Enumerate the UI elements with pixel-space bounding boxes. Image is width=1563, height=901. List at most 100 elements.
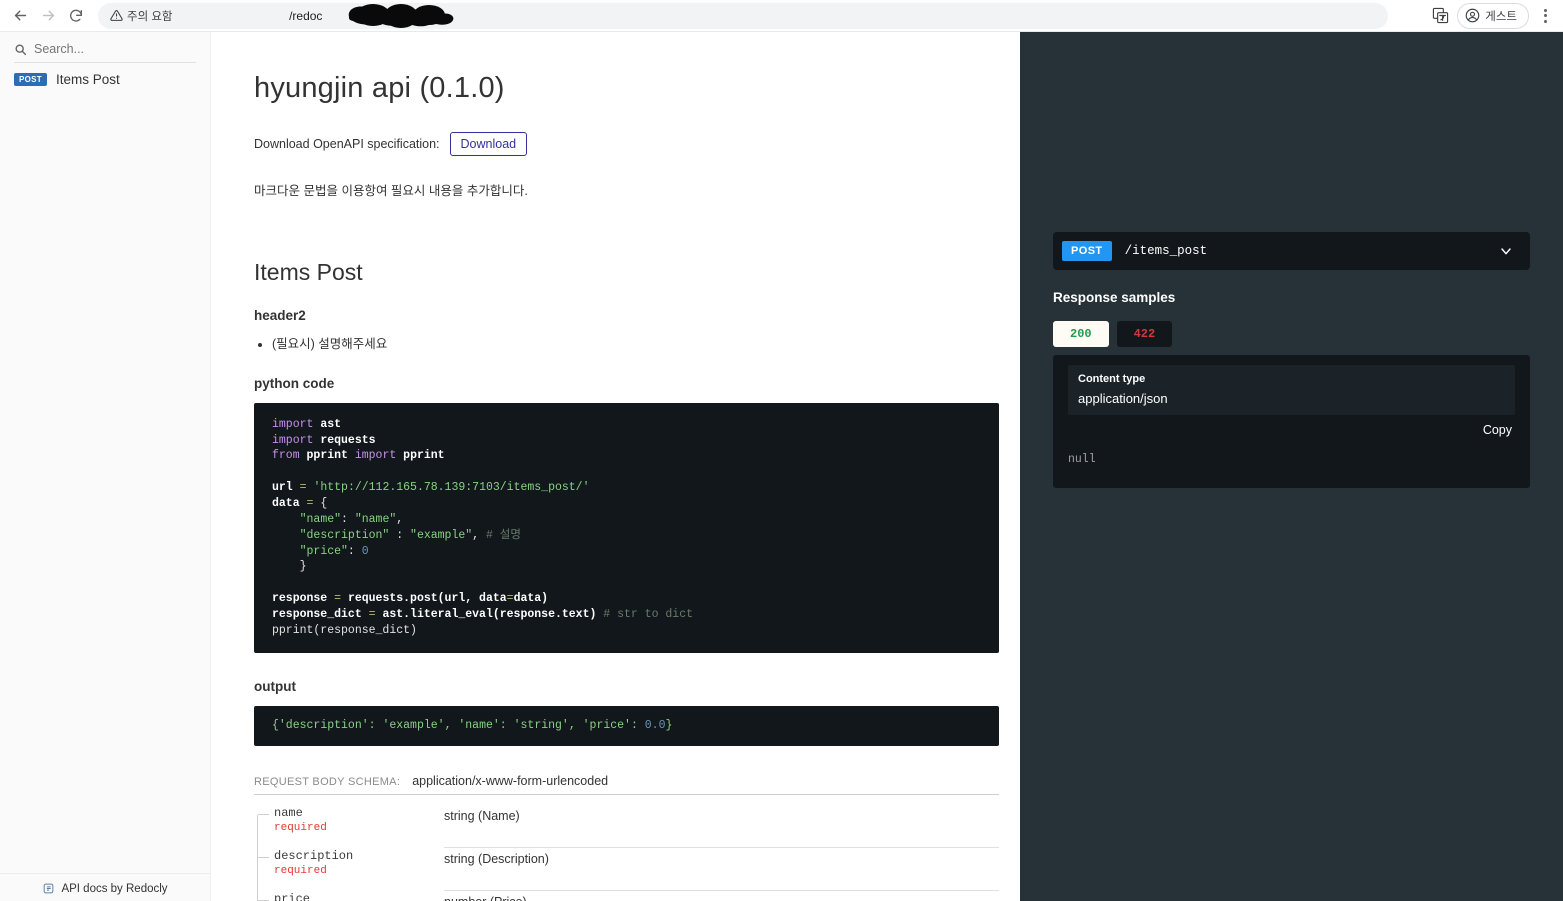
- code-token-key-price: "price": [299, 544, 348, 558]
- page-title: hyungjin api (0.1.0): [254, 72, 505, 104]
- download-button[interactable]: Download: [449, 132, 528, 156]
- response-sample-box: Content type application/json Copy null: [1053, 355, 1530, 488]
- code-token-url-value: 'http://112.165.78.139:7103/items_post/': [313, 481, 590, 495]
- schema-field-cell: price required: [258, 891, 444, 901]
- code-token-val-name: "name": [354, 512, 397, 526]
- api-description: 마크다운 문법을 이용항여 필요시 내용을 추가합니다.: [254, 184, 528, 198]
- schema-tree-tick: [258, 856, 269, 858]
- table-row: name required string (Name): [258, 805, 999, 848]
- documentation-content: hyungjin api (0.1.0) Download OpenAPI sp…: [211, 32, 1020, 901]
- output-key-description: 'description': [278, 718, 369, 732]
- code-token-data-arg: data): [513, 592, 549, 606]
- tab-response-422[interactable]: 422: [1116, 321, 1173, 347]
- code-token-from: from: [272, 449, 300, 463]
- code-token-import-2: import: [272, 433, 314, 447]
- kebab-dot-3: [1543, 19, 1547, 23]
- address-bar[interactable]: 주의 요함 112.165.78.139:7103/redoc: [98, 2, 1388, 29]
- kebab-dot-2: [1543, 14, 1547, 17]
- code-token-pprint-call: pprint(response_dict): [272, 623, 417, 637]
- code-comment-str-to-dict: # str to dict: [603, 608, 693, 622]
- code-token-import-1: import: [272, 417, 314, 431]
- back-button[interactable]: [6, 2, 34, 30]
- reload-icon: [70, 9, 82, 22]
- request-body-schema-label: REQUEST BODY SCHEMA:: [254, 775, 401, 788]
- output-val-price: 0.0: [644, 718, 666, 732]
- schema-field-cell: name required: [258, 805, 444, 848]
- request-body-schema-header: REQUEST BODY SCHEMA: application/x-www-f…: [254, 774, 999, 795]
- chrome-menu-button[interactable]: [1533, 3, 1557, 29]
- code-token-response-dict-var: response_dict: [272, 608, 362, 622]
- sidebar: POST Items Post API docs by Redocly: [0, 32, 211, 901]
- section-title-items-post: Items Post: [254, 259, 363, 285]
- download-spec-label: Download OpenAPI specification:: [254, 137, 440, 151]
- response-samples-title: Response samples: [1053, 290, 1176, 305]
- arrow-right-icon: [42, 10, 54, 21]
- security-warning-label: 주의 요함: [127, 10, 173, 23]
- search-box[interactable]: [14, 42, 196, 63]
- kebab-dot-1: [1543, 8, 1547, 12]
- endpoint-expand-button[interactable]: [1498, 243, 1514, 259]
- url-text: 112.165.78.139:7103/redoc: [177, 3, 453, 28]
- code-token-val-description: "example": [410, 528, 473, 542]
- sidebar-item-items-post[interactable]: POST Items Post: [0, 63, 210, 96]
- forward-button[interactable]: [34, 2, 62, 30]
- code-comment-description: # 설명: [485, 528, 521, 542]
- sidebar-item-label: Items Post: [55, 72, 120, 87]
- python-code-block: import ast import requests from pprint i…: [254, 402, 999, 653]
- python-code-heading: python code: [254, 375, 335, 391]
- schema-field-name: name: [274, 805, 303, 820]
- copy-button[interactable]: Copy: [1483, 423, 1512, 437]
- schema-field-required: required: [274, 864, 327, 877]
- schema-field-type: string (Name): [444, 805, 999, 848]
- response-body: null: [1068, 453, 1096, 466]
- output-val-example: 'example': [382, 718, 445, 732]
- translate-icon: [1432, 7, 1448, 24]
- list-item: (필요시) 설명해주세요: [272, 335, 1020, 354]
- endpoint-path: /items_post: [1124, 244, 1208, 258]
- toolbar-right-actions: 게스트: [1427, 2, 1563, 29]
- schema-field-type: number (Price): [444, 891, 999, 901]
- code-token-pprint-fn: pprint: [403, 449, 445, 463]
- schema-field-required: required: [274, 821, 327, 834]
- schema-field-name: description: [274, 848, 354, 863]
- tab-response-200[interactable]: 200: [1053, 321, 1109, 347]
- output-brace-open: {: [272, 718, 279, 732]
- search-input[interactable]: [34, 42, 196, 56]
- security-warning[interactable]: 주의 요함: [110, 8, 173, 24]
- code-token-pprint-module: pprint: [306, 449, 348, 463]
- schema-field-name: price: [274, 891, 311, 901]
- schema-tree-tick: [258, 899, 269, 901]
- table-row: price required number (Price): [258, 891, 999, 901]
- url-redaction-scribble: [348, 3, 453, 28]
- header2-heading: header2: [254, 308, 306, 323]
- endpoint-method-badge: POST: [1062, 241, 1112, 261]
- code-token-import-3: import: [354, 449, 397, 463]
- content-type-selector[interactable]: Content type application/json: [1068, 365, 1515, 415]
- chevron-down-icon: [1501, 248, 1511, 255]
- description-bullet-list: (필요시) 설명해주세요: [254, 335, 1020, 354]
- code-token-key-name: "name": [299, 512, 342, 526]
- schema-tree-tick: [258, 813, 269, 815]
- response-code-tabs: 200 422: [1053, 321, 1530, 347]
- navigation-buttons: [0, 2, 90, 30]
- sidebar-item-method-badge: POST: [14, 73, 47, 86]
- guest-profile-button[interactable]: 게스트: [1457, 2, 1529, 29]
- output-code-block: {'description': 'example', 'name': 'stri…: [254, 705, 999, 746]
- code-token-ast: ast: [320, 417, 342, 431]
- sidebar-footer-label: API docs by Redocly: [61, 882, 168, 895]
- browser-toolbar: 주의 요함 112.165.78.139:7103/redoc: [0, 0, 1563, 32]
- output-heading: output: [254, 678, 296, 694]
- search-icon: [15, 43, 27, 55]
- output-key-price: 'price': [582, 718, 631, 732]
- sidebar-footer[interactable]: API docs by Redocly: [0, 873, 210, 901]
- translate-button[interactable]: [1427, 3, 1453, 29]
- reload-button[interactable]: [62, 2, 90, 30]
- content-type-label: Content type: [1078, 373, 1146, 385]
- page-body: POST Items Post API docs by Redocly hyun…: [0, 32, 1563, 901]
- samples-panel: POST /items_post Response samples 200 42…: [1020, 32, 1563, 901]
- schema-field-cell: description required: [258, 848, 444, 891]
- schema-field-type: string (Description): [444, 848, 999, 891]
- endpoint-selector[interactable]: POST /items_post: [1053, 232, 1530, 270]
- code-token-key-description: "description": [299, 528, 390, 542]
- schema-rows: name required string (Name) description …: [254, 805, 999, 901]
